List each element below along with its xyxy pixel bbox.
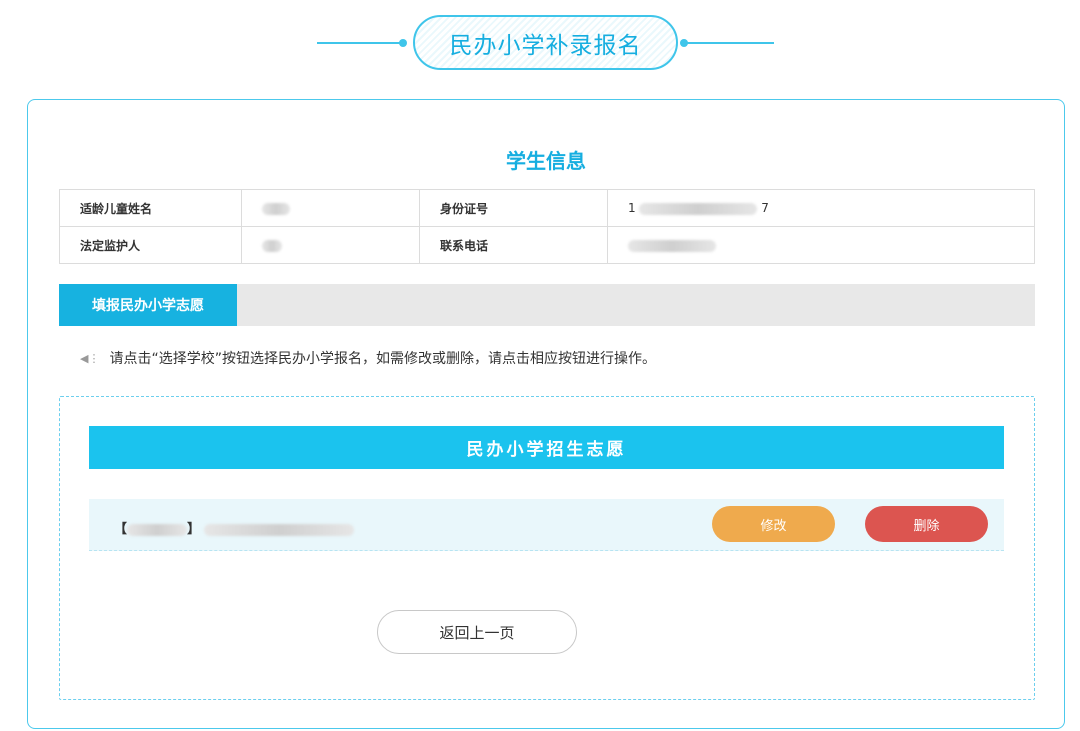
header-decor-line-left: [317, 42, 403, 44]
guardian-value: [241, 226, 420, 264]
header-decor-line-right: [686, 42, 774, 44]
phone-label: 联系电话: [419, 226, 608, 264]
redacted-value: [628, 239, 716, 252]
school-name: 【】: [114, 518, 355, 537]
page-title: 民办小学补录报名: [449, 32, 642, 59]
header-decor-dot-left: [399, 39, 407, 47]
child-name-value: [241, 189, 420, 227]
list-item: 【】 修改 删除: [89, 499, 1004, 551]
speaker-icon: ◀⋮: [80, 351, 100, 365]
table-row: 适龄儿童姓名 身份证号 1 7: [59, 189, 1035, 227]
page-header: 民办小学补录报名: [0, 0, 1080, 86]
back-button[interactable]: 返回上一页: [377, 610, 577, 654]
redacted-value: [639, 202, 758, 215]
student-info-title: 学生信息: [506, 149, 586, 173]
redacted-value: [262, 202, 290, 215]
main-card: 学生信息 适龄儿童姓名 身份证号 1 7 法定监护人 联系电话 填报民办小学志愿…: [27, 99, 1065, 729]
child-name-label: 适龄儿童姓名: [59, 189, 242, 227]
redacted-value: [204, 523, 355, 536]
edit-button[interactable]: 修改: [712, 506, 835, 542]
id-number-value: 1 7: [607, 189, 1035, 227]
tab-bar: 填报民办小学志愿: [59, 284, 1035, 326]
tab-fill-private-school[interactable]: 填报民办小学志愿: [59, 284, 237, 326]
table-row: 法定监护人 联系电话: [59, 226, 1035, 264]
redacted-value: [262, 239, 282, 252]
delete-button[interactable]: 删除: [865, 506, 988, 542]
application-box: 民办小学招生志愿 【】 修改 删除 返回上一页: [59, 396, 1035, 700]
guardian-label: 法定监护人: [59, 226, 242, 264]
student-info-table: 适龄儿童姓名 身份证号 1 7 法定监护人 联系电话: [59, 189, 1035, 264]
instruction-tip: ◀⋮ 请点击“选择学校”按钮选择民办小学报名，如需修改或删除，请点击相应按钮进行…: [80, 348, 656, 368]
page-title-pill: 民办小学补录报名: [413, 15, 678, 70]
application-banner: 民办小学招生志愿: [89, 426, 1004, 469]
id-number-label: 身份证号: [419, 189, 608, 227]
tip-text: 请点击“选择学校”按钮选择民办小学报名，如需修改或删除，请点击相应按钮进行操作。: [109, 351, 656, 367]
redacted-value: [127, 523, 188, 536]
phone-value: [607, 226, 1035, 264]
